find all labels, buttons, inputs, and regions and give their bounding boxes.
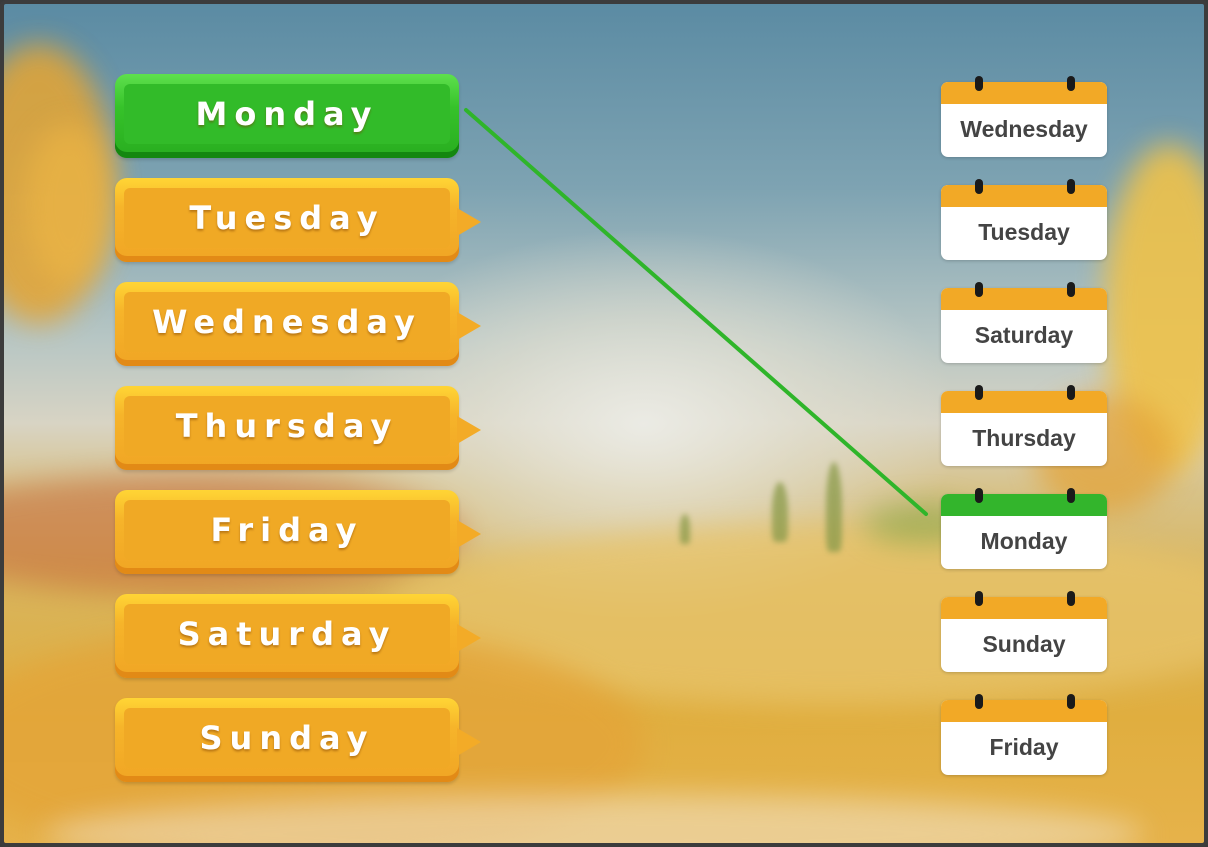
calendar-ring-icon — [975, 76, 983, 91]
calendar-header — [941, 494, 1107, 516]
calendar-header — [941, 288, 1107, 310]
day-word-button-6[interactable]: Sunday — [115, 698, 481, 782]
calendar-target-1[interactable]: Tuesday — [941, 179, 1107, 260]
calendar-day-label: Saturday — [974, 322, 1074, 348]
calendar-ring-icon — [975, 488, 983, 503]
arrow-tip-icon — [457, 416, 481, 444]
cypress-tree — [680, 514, 690, 544]
arrow-tip-icon — [457, 312, 481, 340]
calendar-target-4[interactable]: Monday — [941, 488, 1107, 569]
cypress-tree — [826, 462, 842, 552]
arrow-tip-icon — [457, 624, 481, 652]
calendar-header — [941, 185, 1107, 207]
calendar-header — [941, 700, 1107, 722]
calendar-ring-icon — [1067, 591, 1075, 606]
calendar-target-0[interactable]: Wednesday — [941, 76, 1107, 157]
cypress-tree — [772, 482, 788, 542]
day-word-button-3[interactable]: Thursday — [115, 386, 481, 470]
calendar-ring-icon — [1067, 76, 1075, 91]
day-word-label: Wednesday — [152, 303, 422, 341]
day-word-button-4[interactable]: Friday — [115, 490, 481, 574]
calendar-ring-icon — [975, 591, 983, 606]
day-word-button-0[interactable]: Monday — [115, 74, 459, 158]
calendar-ring-icon — [975, 694, 983, 709]
day-word-label: Tuesday — [189, 199, 385, 237]
calendar-header — [941, 82, 1107, 104]
calendar-day-label: Friday — [989, 734, 1059, 760]
calendar-target-3[interactable]: Thursday — [941, 385, 1107, 466]
day-word-label: Friday — [210, 511, 364, 549]
calendar-ring-icon — [1067, 282, 1075, 297]
calendar-ring-icon — [975, 385, 983, 400]
calendar-header — [941, 391, 1107, 413]
calendar-ring-icon — [1067, 179, 1075, 194]
calendar-day-label: Sunday — [982, 631, 1066, 657]
game-frame: Monday Tuesday Wednesday Thursday Friday Satu… — [0, 0, 1208, 847]
calendar-target-6[interactable]: Friday — [941, 694, 1107, 775]
calendar-ring-icon — [975, 179, 983, 194]
calendar-ring-icon — [1067, 694, 1075, 709]
calendar-day-label: Tuesday — [978, 219, 1070, 245]
autumn-tree-left-highlight — [24, 124, 114, 284]
calendar-target-5[interactable]: Sunday — [941, 591, 1107, 672]
arrow-tip-icon — [457, 520, 481, 548]
calendar-target-2[interactable]: Saturday — [941, 282, 1107, 363]
arrow-tip-icon — [457, 208, 481, 236]
calendar-day-label: Thursday — [972, 425, 1076, 451]
day-word-label: Saturday — [177, 615, 397, 653]
day-word-button-1[interactable]: Tuesday — [115, 178, 481, 262]
day-word-label: Monday — [195, 95, 379, 133]
day-word-label: Thursday — [175, 407, 399, 445]
day-word-label: Sunday — [199, 719, 375, 757]
arrow-tip-icon — [457, 728, 481, 756]
calendar-ring-icon — [1067, 385, 1075, 400]
calendar-day-label: Monday — [980, 528, 1068, 554]
calendar-header — [941, 597, 1107, 619]
day-word-button-2[interactable]: Wednesday — [115, 282, 481, 366]
calendar-ring-icon — [975, 282, 983, 297]
day-word-button-5[interactable]: Saturday — [115, 594, 481, 678]
calendar-day-label: Wednesday — [960, 116, 1088, 142]
calendar-ring-icon — [1067, 488, 1075, 503]
